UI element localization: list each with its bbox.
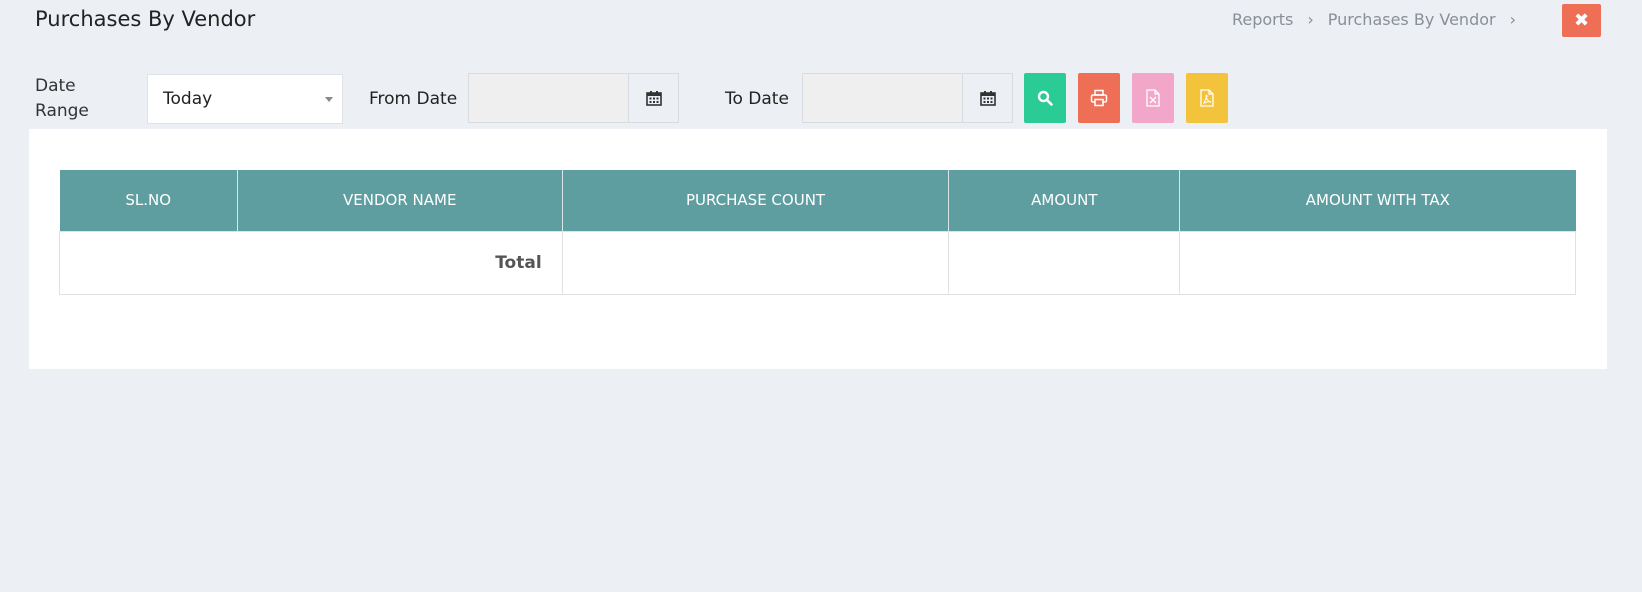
from-date-input[interactable] bbox=[468, 73, 629, 123]
date-range-selected-value: Today bbox=[163, 89, 213, 109]
column-header-amount: AMOUNT bbox=[948, 170, 1180, 231]
column-header-amount-with-tax: AMOUNT WITH TAX bbox=[1179, 170, 1576, 231]
date-range-select[interactable]: Today bbox=[147, 74, 343, 124]
export-excel-button[interactable] bbox=[1132, 73, 1174, 123]
from-date-calendar-button[interactable] bbox=[629, 73, 679, 123]
total-purchase-count bbox=[561, 230, 950, 295]
print-button[interactable] bbox=[1078, 73, 1120, 123]
report-page: Purchases By Vendor Reports › Purchases … bbox=[0, 0, 1642, 592]
total-label: Total bbox=[59, 230, 563, 295]
to-date-calendar-button[interactable] bbox=[963, 73, 1013, 123]
breadcrumb-item-current: Purchases By Vendor bbox=[1327, 10, 1496, 29]
close-button[interactable]: ✖ bbox=[1562, 4, 1601, 37]
report-card: SL.NO VENDOR NAME PURCHASE COUNT AMOUNT … bbox=[29, 129, 1607, 369]
to-date-label: To Date bbox=[725, 89, 789, 109]
calendar-icon bbox=[645, 91, 662, 106]
total-amount-with-tax bbox=[1179, 230, 1576, 295]
filter-bar: Date Range Today From Date To Date bbox=[0, 70, 1642, 126]
excel-file-icon bbox=[1146, 89, 1160, 107]
to-date-input[interactable] bbox=[802, 73, 963, 123]
total-amount bbox=[948, 230, 1181, 295]
caret-down-icon bbox=[325, 97, 333, 102]
date-range-label: Date Range bbox=[35, 76, 89, 121]
search-icon bbox=[1037, 90, 1053, 106]
chevron-right-icon: › bbox=[1307, 10, 1314, 29]
from-date-label: From Date bbox=[369, 89, 458, 109]
table-header-row: SL.NO VENDOR NAME PURCHASE COUNT AMOUNT … bbox=[59, 170, 1576, 231]
close-icon: ✖ bbox=[1573, 10, 1590, 31]
export-pdf-button[interactable] bbox=[1186, 73, 1228, 123]
print-icon bbox=[1090, 89, 1108, 107]
breadcrumb: Reports › Purchases By Vendor › bbox=[1232, 10, 1516, 29]
calendar-icon bbox=[979, 91, 996, 106]
column-header-sl-no: SL.NO bbox=[59, 170, 238, 231]
pdf-file-icon bbox=[1200, 89, 1214, 107]
table-total-row: Total bbox=[59, 230, 1576, 295]
page-title: Purchases By Vendor bbox=[35, 7, 256, 31]
search-button[interactable] bbox=[1024, 73, 1066, 123]
breadcrumb-item-reports[interactable]: Reports bbox=[1232, 10, 1293, 29]
purchases-by-vendor-table: SL.NO VENDOR NAME PURCHASE COUNT AMOUNT … bbox=[59, 170, 1576, 295]
chevron-right-icon: › bbox=[1509, 10, 1516, 29]
column-header-purchase-count: PURCHASE COUNT bbox=[561, 170, 949, 231]
column-header-vendor-name: VENDOR NAME bbox=[236, 170, 563, 231]
